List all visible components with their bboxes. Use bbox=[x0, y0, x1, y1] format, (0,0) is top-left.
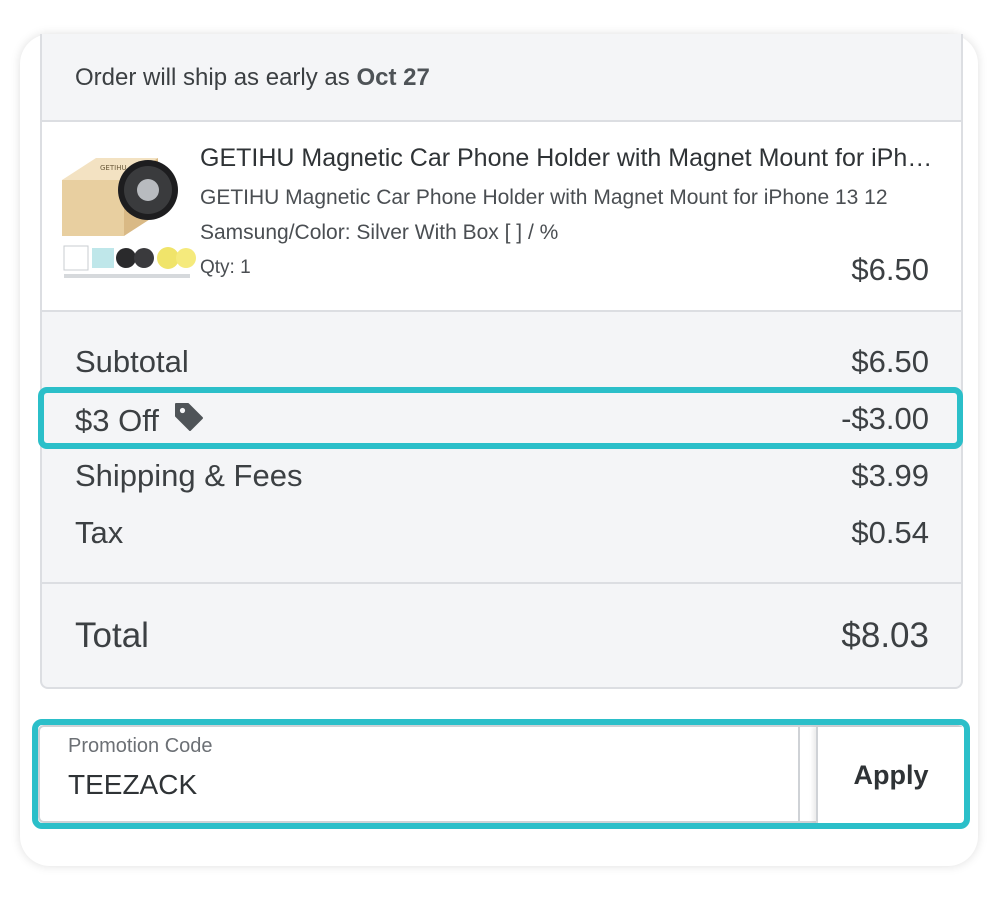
promo-code-input[interactable] bbox=[68, 767, 768, 803]
ship-date-notice: Order will ship as early as Oct 27 bbox=[42, 34, 961, 122]
discount-highlight bbox=[38, 387, 963, 449]
promo-code-field[interactable]: Promotion Code Apply bbox=[38, 725, 964, 823]
subtotal-value: $6.50 bbox=[851, 344, 929, 379]
total-divider bbox=[42, 582, 961, 584]
total-value: $8.03 bbox=[841, 616, 929, 655]
order-summary-panel: Order will ship as early as Oct 27 GETIH… bbox=[40, 34, 963, 689]
promo-code-label: Promotion Code bbox=[68, 735, 213, 757]
item-price: $6.50 bbox=[851, 252, 929, 287]
item-description: GETIHU Magnetic Car Phone Holder with Ma… bbox=[200, 186, 888, 244]
cart-item[interactable]: GETIHU GETIHU Magnetic Car Phone Holder … bbox=[42, 122, 961, 312]
ship-date: Oct 27 bbox=[356, 64, 430, 91]
tax-row: Tax $0.54 bbox=[75, 515, 929, 555]
subtotal-row: Subtotal $6.50 bbox=[75, 344, 929, 384]
item-title[interactable]: GETIHU Magnetic Car Phone Holder with Ma… bbox=[200, 144, 940, 173]
tax-value: $0.54 bbox=[851, 515, 929, 550]
apply-button[interactable]: Apply bbox=[816, 727, 964, 823]
shipping-fees-value: $3.99 bbox=[851, 458, 929, 493]
subtotal-label: Subtotal bbox=[75, 344, 189, 379]
total-row: Total $8.03 bbox=[75, 616, 929, 656]
product-brand: GETIHU bbox=[100, 164, 127, 172]
item-quantity: Qty: 1 bbox=[200, 257, 251, 278]
total-label: Total bbox=[75, 616, 149, 655]
shipping-fees-row: Shipping & Fees $3.99 bbox=[75, 458, 929, 498]
tax-label: Tax bbox=[75, 515, 124, 550]
shipping-fees-label: Shipping & Fees bbox=[75, 458, 303, 493]
ship-date-prefix: Order will ship as early as bbox=[75, 64, 350, 91]
promo-divider bbox=[798, 727, 800, 823]
product-image: GETIHU bbox=[62, 158, 196, 278]
